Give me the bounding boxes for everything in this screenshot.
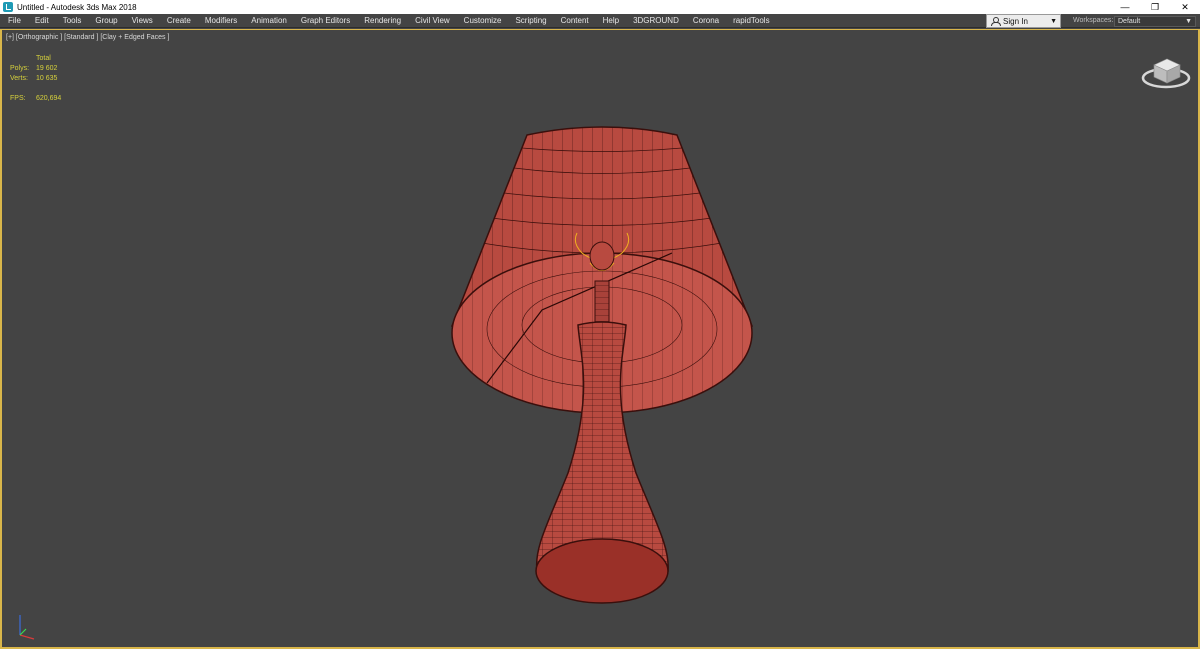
stats-header: Total <box>36 55 51 62</box>
menu-tools[interactable]: Tools <box>56 14 89 28</box>
lamp-base-bottom <box>535 538 669 604</box>
menu-group[interactable]: Group <box>88 14 124 28</box>
polys-value: 19 602 <box>36 65 58 72</box>
axis-tripod-icon <box>19 615 35 640</box>
perspective-viewport[interactable]: [+] [Orthographic ] [Standard ] [Clay + … <box>0 29 1200 649</box>
menu-customize[interactable]: Customize <box>457 14 509 28</box>
menu-graph-editors[interactable]: Graph Editors <box>294 14 357 28</box>
menu-create[interactable]: Create <box>160 14 198 28</box>
menu-file[interactable]: File <box>0 14 28 28</box>
menu-modifiers[interactable]: Modifiers <box>198 14 244 28</box>
3ds-max-app-icon[interactable] <box>3 2 13 12</box>
menu-edit[interactable]: Edit <box>28 14 56 28</box>
workspaces-label: Workspaces: <box>1073 17 1114 24</box>
sign-in-dropdown[interactable]: Sign In ▼ <box>986 14 1061 28</box>
menu-rapidtools[interactable]: rapidTools <box>726 14 776 28</box>
table-lamp-mesh[interactable] <box>442 93 762 613</box>
window-controls: — ❐ ✕ <box>1110 0 1200 14</box>
menu-corona[interactable]: Corona <box>686 14 726 28</box>
menu-3dground[interactable]: 3DGROUND <box>626 14 686 28</box>
verts-value: 10 635 <box>36 75 58 82</box>
title-bar: Untitled - Autodesk 3ds Max 2018 — ❐ ✕ <box>0 0 1200 14</box>
viewcube-icon[interactable] <box>1140 50 1192 90</box>
minimize-button[interactable]: — <box>1110 0 1140 14</box>
menu-rendering[interactable]: Rendering <box>357 14 408 28</box>
restore-button[interactable]: ❐ <box>1140 0 1170 14</box>
user-icon <box>991 17 1001 26</box>
workspaces-value: Default <box>1118 18 1141 25</box>
fps-value: 620,694 <box>36 95 62 102</box>
polys-label: Polys: <box>10 65 30 72</box>
menu-help[interactable]: Help <box>596 14 626 28</box>
sign-in-label: Sign In <box>1003 16 1028 26</box>
verts-label: Verts: <box>10 75 28 82</box>
menu-views[interactable]: Views <box>125 14 160 28</box>
fps-label: FPS: <box>10 95 26 102</box>
viewport-statistics: Total Polys: 19 602 Verts: 10 635 FPS: 620,… <box>10 54 76 104</box>
chevron-down-icon: ▼ <box>1050 18 1057 25</box>
menu-content[interactable]: Content <box>554 14 596 28</box>
close-button[interactable]: ✕ <box>1170 0 1200 14</box>
menu-civil-view[interactable]: Civil View <box>408 14 457 28</box>
chevron-down-icon: ▼ <box>1185 18 1192 25</box>
workspaces-select[interactable]: Default ▼ <box>1114 16 1196 27</box>
viewport-label-menu[interactable]: [+] [Orthographic ] [Standard ] [Clay + … <box>6 34 169 41</box>
window-title: Untitled - Autodesk 3ds Max 2018 <box>17 2 137 12</box>
menu-scripting[interactable]: Scripting <box>508 14 553 28</box>
menu-animation[interactable]: Animation <box>244 14 294 28</box>
